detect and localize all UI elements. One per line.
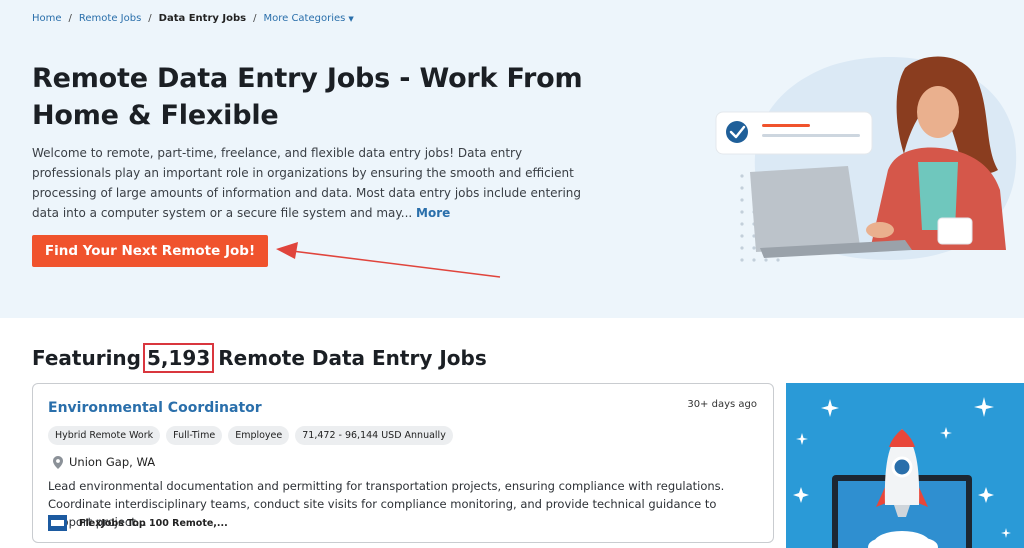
- job-posted-age: 30+ days ago: [687, 399, 757, 410]
- check-circle-icon: [726, 121, 748, 143]
- job-card[interactable]: Environmental Coordinator 30+ days ago H…: [32, 383, 774, 543]
- more-categories-label: More Categories: [263, 13, 346, 24]
- breadcrumb-separator: /: [253, 13, 257, 24]
- job-tag: Full-Time: [166, 426, 223, 445]
- job-tag: 71,472 - 96,144 USD Annually: [295, 426, 453, 445]
- caret-down-icon: ▼: [348, 15, 354, 23]
- hero-illustration: [715, 56, 1017, 262]
- job-location: Union Gap, WA: [53, 455, 155, 469]
- job-company: FlexJobs Top 100 Remote,...: [48, 515, 228, 531]
- hero-description-text: Welcome to remote, part-time, freelance,…: [32, 146, 582, 220]
- featuring-heading: Featuring 5,193 Remote Data Entry Jobs: [32, 343, 487, 373]
- job-tags: Hybrid Remote Work Full-Time Employee 71…: [48, 426, 453, 445]
- breadcrumb-current: Data Entry Jobs: [158, 13, 247, 24]
- hero-section: Home / Remote Jobs / Data Entry Jobs / M…: [0, 0, 1024, 318]
- breadcrumb-separator: /: [68, 13, 72, 24]
- job-tag: Hybrid Remote Work: [48, 426, 161, 445]
- location-pin-icon: [53, 455, 63, 469]
- page-title-line-1: Remote Data Entry Jobs - Work From: [32, 63, 583, 94]
- company-name: FlexJobs Top 100 Remote,...: [79, 517, 228, 529]
- rocket-illustration: [793, 397, 1011, 548]
- hero-description: Welcome to remote, part-time, freelance,…: [32, 143, 592, 223]
- breadcrumb-separator: /: [148, 13, 152, 24]
- company-logo: [48, 515, 67, 531]
- job-location-text: Union Gap, WA: [69, 455, 156, 469]
- breadcrumb-remote-jobs[interactable]: Remote Jobs: [79, 13, 141, 24]
- featuring-suffix: Remote Data Entry Jobs: [218, 346, 487, 370]
- breadcrumb: Home / Remote Jobs / Data Entry Jobs / M…: [32, 13, 354, 24]
- featuring-prefix: Featuring: [32, 346, 141, 370]
- breadcrumb-home[interactable]: Home: [32, 13, 62, 24]
- job-tag: Employee: [228, 426, 290, 445]
- job-title[interactable]: Environmental Coordinator: [48, 400, 262, 416]
- find-remote-job-button[interactable]: Find Your Next Remote Job!: [32, 235, 268, 267]
- page-title: Remote Data Entry Jobs - Work From Home …: [32, 60, 632, 134]
- side-ad-banner[interactable]: [786, 383, 1024, 548]
- annotation-arrow: [276, 242, 501, 278]
- job-count: 5,193: [142, 343, 215, 373]
- more-link[interactable]: More: [416, 206, 450, 220]
- page-title-line-2: Home & Flexible: [32, 100, 279, 131]
- more-categories-dropdown[interactable]: More Categories ▼: [263, 13, 353, 24]
